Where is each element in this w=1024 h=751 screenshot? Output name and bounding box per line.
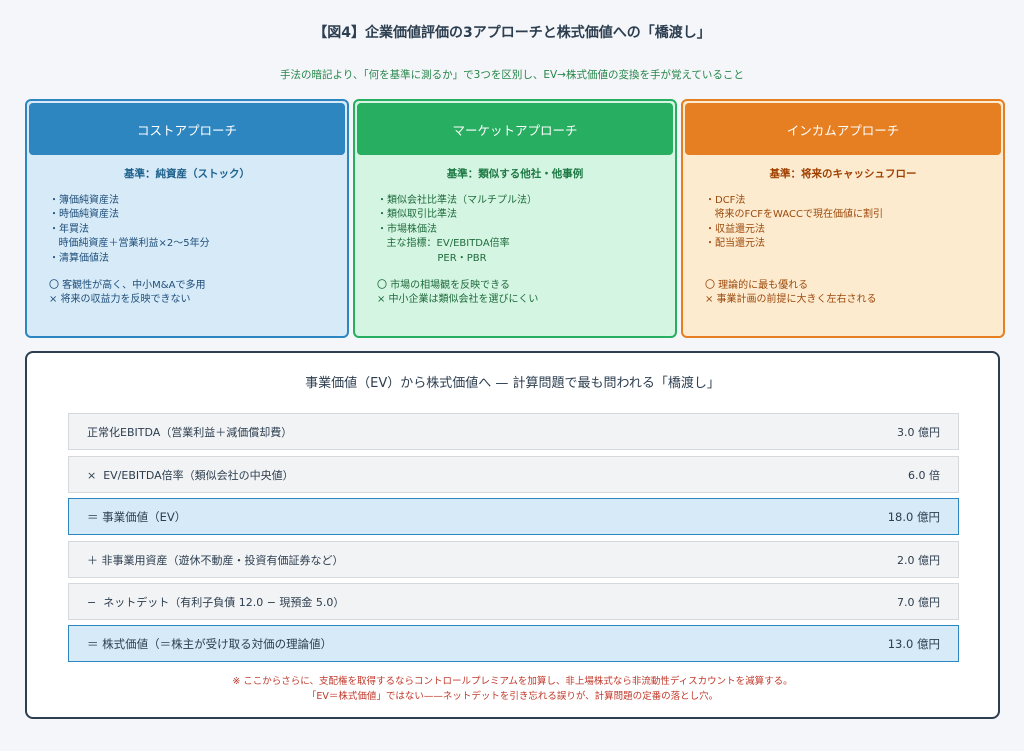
bridge-row: × EV/EBITDA倍率（類似会社の中央値） 6.0 倍 <box>68 456 959 493</box>
bridge-row-label: ＝ 株式価値（＝株主が受け取る対価の理論値） <box>87 636 333 651</box>
method-item: ・清算価値法 <box>49 252 109 264</box>
bridge-row: 正常化EBITDA（営業利益＋減価償却費） 3.0 億円 <box>68 413 959 450</box>
method-item: 時価純資産＋営業利益×2〜5年分 <box>49 238 210 250</box>
approach-basis: 基準：将来のキャッシュフロー <box>769 168 917 180</box>
bridge-row: ＝ 事業価値（EV） 18.0 億円 <box>68 498 959 535</box>
bridge-row-label: 正常化EBITDA（営業利益＋減価償却費） <box>87 425 293 439</box>
con-item: × 中小企業は類似会社を選びにくい <box>377 294 539 306</box>
con-item: × 事業計画の前提に大きく左右される <box>705 294 877 306</box>
ev-bridge-panel: 事業価値（EV）から株式価値へ — 計算問題で最も問われる「橋渡し」 正常化EB… <box>25 351 1000 719</box>
approach-body: 基準：類似する他社・他事例・類似会社比準法（マルチプル法） ・類似取引比準法 ・市場… <box>355 157 675 308</box>
method-item: ・配当還元法 <box>705 238 765 250</box>
approach-header: マーケットアプローチ <box>357 103 673 155</box>
method-item: 主な指標：EV/EBITDA倍率 <box>377 238 510 250</box>
bridge-row-value: 3.0 億円 <box>897 425 940 439</box>
pro-item: 〇 理論的に最も優れる <box>705 279 809 291</box>
figure-subtitle: 手法の暗記より、「何を基準に測るか」で3つを区別し、EV→株式価値の変換を手が覚… <box>280 69 744 81</box>
approach-body: 基準：将来のキャッシュフロー・DCF法 将来のFCFをWACCで現在価値に割引・… <box>683 157 1003 308</box>
method-item: ・時価純資産法 <box>49 209 119 221</box>
approach-body: 基準：純資産（ストック） ・簿価純資産法 ・時価純資産法 ・年買法 時価純資産＋営業利… <box>27 157 347 308</box>
approach-header: インカムアプローチ <box>685 103 1001 155</box>
bridge-row-label: × EV/EBITDA倍率（類似会社の中央値） <box>87 468 294 482</box>
approach-basis: 基準：純資産（ストック） <box>124 168 250 180</box>
method-item: ・収益還元法 <box>705 223 765 235</box>
bridge-row-label: ＋ 非事業用資産（遊休不動産・投資有価証券など） <box>87 553 344 567</box>
method-item: ・類似取引比準法 <box>377 209 457 221</box>
bridge-row: ＝ 株式価値（＝株主が受け取る対価の理論値） 13.0 億円 <box>68 625 959 662</box>
method-item: ・市場株価法 <box>377 223 437 235</box>
bridge-row-value: 13.0 億円 <box>887 636 940 651</box>
market-approach-card: マーケットアプローチ基準：類似する他社・他事例・類似会社比準法（マルチプル法） ・… <box>353 99 677 338</box>
bridge-title: 事業価値（EV）から株式価値へ — 計算問題で最も問われる「橋渡し」 <box>305 376 720 391</box>
method-item: ・簿価純資産法 <box>49 194 119 206</box>
bridge-row-label: − ネットデット（有利子負債 12.0 − 現預金 5.0） <box>87 595 345 609</box>
bridge-row-value: 18.0 億円 <box>887 509 940 524</box>
method-item: ・DCF法 <box>705 194 746 206</box>
bridge-row-label: ＝ 事業価値（EV） <box>87 509 187 524</box>
method-item: 将来のFCFをWACCで現在価値に割引 <box>705 209 883 221</box>
method-item: PER・PBR <box>377 252 487 264</box>
con-item: × 将来の収益力を反映できない <box>49 294 191 306</box>
approach-header: コストアプローチ <box>29 103 345 155</box>
method-item: ・類似会社比準法（マルチプル法） <box>377 194 537 206</box>
bridge-note-2: 「EV＝株式価値」ではない——ネットデットを引き忘れる誤りが、計算問題の定番の落… <box>306 691 719 702</box>
approach-basis: 基準：類似する他社・他事例 <box>446 168 584 180</box>
bridge-row-value: 2.0 億円 <box>897 553 940 567</box>
bridge-row-value: 6.0 倍 <box>908 468 940 482</box>
method-item: ・年買法 <box>49 223 89 235</box>
bridge-row: − ネットデット（有利子負債 12.0 − 現預金 5.0） 7.0 億円 <box>68 583 959 620</box>
figure-title: 【図4】企業価値評価の3アプローチと株式価値への「橋渡し」 <box>313 25 711 41</box>
bridge-row-value: 7.0 億円 <box>897 595 940 609</box>
income-approach-card: インカムアプローチ基準：将来のキャッシュフロー・DCF法 将来のFCFをWACC… <box>681 99 1005 338</box>
bridge-note-1: ※ ここからさらに、支配権を取得するならコントロールプレミアムを加算し、非上場株… <box>232 676 793 687</box>
cost-approach-card: コストアプローチ基準：純資産（ストック） ・簿価純資産法 ・時価純資産法 ・年買法 時… <box>25 99 349 338</box>
pro-item: 〇 市場の相場観を反映できる <box>377 279 510 291</box>
pro-item: 〇 客観性が高く、中小M&Aで多用 <box>49 279 206 291</box>
bridge-row: ＋ 非事業用資産（遊休不動産・投資有価証券など） 2.0 億円 <box>68 541 959 578</box>
